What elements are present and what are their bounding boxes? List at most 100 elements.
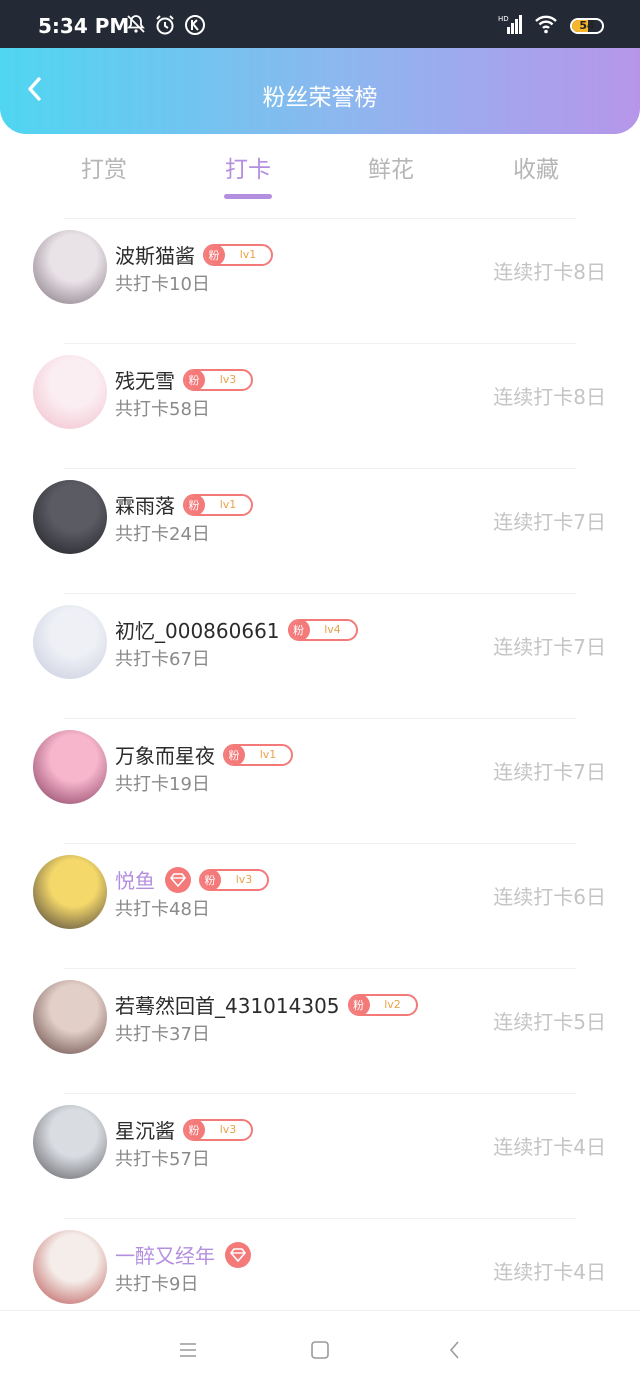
avatar[interactable] <box>33 1230 107 1304</box>
list-item[interactable]: 万象而星夜 粉 lv1 共打卡19日 连续打卡7日 <box>0 718 640 843</box>
total-checkins: 共打卡57日 <box>115 1149 210 1170</box>
fan-level: lv3 <box>219 1123 237 1136</box>
fan-level-badge: 粉 lv3 <box>183 368 253 391</box>
list-item[interactable]: 残无雪 粉 lv3 共打卡58日 连续打卡8日 <box>0 343 640 468</box>
status-time: 5:34 PM <box>38 14 130 38</box>
list-item[interactable]: 若蓦然回首_431014305 粉 lv2 共打卡37日 连续打卡5日 <box>0 968 640 1093</box>
divider <box>64 218 576 219</box>
tab-shoucang[interactable]: 收藏 <box>486 150 586 184</box>
streak-count: 连续打卡4日 <box>493 1260 606 1284</box>
avatar[interactable] <box>33 980 107 1054</box>
name-line: 波斯猫酱 粉 lv1 <box>115 240 273 269</box>
name-line: 一醉又经年 <box>115 1240 251 1269</box>
battery-indicator: 54 <box>570 18 604 34</box>
user-name: 霖雨落 <box>115 494 175 518</box>
system-nav-bar <box>0 1310 640 1388</box>
user-name: 万象而星夜 <box>115 744 215 768</box>
k-app-icon <box>184 14 206 42</box>
name-line: 霖雨落 粉 lv1 <box>115 490 253 519</box>
avatar[interactable] <box>33 1105 107 1179</box>
user-name: 初忆_000860661 <box>115 619 280 643</box>
streak-count: 连续打卡7日 <box>493 635 606 659</box>
tab-daka[interactable]: 打卡 <box>198 150 298 199</box>
total-checkins: 共打卡67日 <box>115 649 210 670</box>
streak-count: 连续打卡8日 <box>493 260 606 284</box>
list-item[interactable]: 初忆_000860661 粉 lv4 共打卡67日 连续打卡7日 <box>0 593 640 718</box>
name-line: 悦鱼 粉 lv3 <box>115 865 269 894</box>
menu-icon <box>180 1343 196 1357</box>
avatar[interactable] <box>33 230 107 304</box>
tab-dashang[interactable]: 打赏 <box>54 150 154 184</box>
total-checkins: 共打卡9日 <box>115 1274 199 1295</box>
tab-label: 打卡 <box>225 157 271 183</box>
total-checkins: 共打卡19日 <box>115 774 210 795</box>
page-header: 粉丝荣誉榜 <box>0 48 640 134</box>
fan-badge-label: 粉 <box>225 745 245 764</box>
status-bar: 5:34 PM HD 54 <box>0 0 640 48</box>
streak-count: 连续打卡8日 <box>493 385 606 409</box>
avatar[interactable] <box>33 480 107 554</box>
avatar[interactable] <box>33 730 107 804</box>
fan-badge-label: 粉 <box>349 995 370 1014</box>
fan-level-badge: 粉 lv3 <box>199 868 269 891</box>
tab-label: 鲜花 <box>368 157 414 183</box>
avatar[interactable] <box>33 355 107 429</box>
divider <box>64 968 576 969</box>
status-icons <box>126 14 206 42</box>
name-line: 初忆_000860661 粉 lv4 <box>115 615 358 644</box>
avatar[interactable] <box>33 855 107 929</box>
fan-level: lv3 <box>235 873 253 886</box>
fan-level-badge: 粉 lv4 <box>287 618 358 641</box>
vip-diamond-icon <box>225 1241 251 1268</box>
mute-bell-icon <box>126 14 146 42</box>
list-item[interactable]: 霖雨落 粉 lv1 共打卡24日 连续打卡7日 <box>0 468 640 593</box>
list-item[interactable]: 星沉酱 粉 lv3 共打卡57日 连续打卡4日 <box>0 1093 640 1218</box>
user-name: 残无雪 <box>115 369 175 393</box>
divider <box>64 593 576 594</box>
fan-badge-label: 粉 <box>185 495 205 514</box>
total-checkins: 共打卡24日 <box>115 524 210 545</box>
total-checkins: 共打卡48日 <box>115 899 210 920</box>
battery-percent: 54 <box>579 19 595 32</box>
streak-count: 连续打卡6日 <box>493 885 606 909</box>
total-checkins: 共打卡58日 <box>115 399 210 420</box>
user-name: 波斯猫酱 <box>115 244 195 268</box>
tab-xianhua[interactable]: 鲜花 <box>341 150 441 184</box>
page-title: 粉丝荣誉榜 <box>262 85 378 111</box>
fan-level-badge: 粉 lv1 <box>223 743 293 766</box>
streak-count: 连续打卡7日 <box>493 760 606 784</box>
fan-badge-label: 粉 <box>185 1120 205 1139</box>
wifi-icon <box>534 14 558 38</box>
back-triangle-icon <box>449 1341 459 1359</box>
list-item[interactable]: 悦鱼 粉 lv3 共打卡48日 连续打卡6日 <box>0 843 640 968</box>
tab-bar: 打赏 打卡 鲜花 收藏 <box>0 150 640 202</box>
fan-badge-label: 粉 <box>289 620 310 639</box>
name-line: 万象而星夜 粉 lv1 <box>115 740 293 769</box>
fan-badge-label: 粉 <box>201 870 221 889</box>
user-name: 一醉又经年 <box>115 1244 215 1268</box>
alarm-icon <box>154 14 176 42</box>
divider <box>64 1093 576 1094</box>
tab-label: 收藏 <box>513 157 559 183</box>
avatar[interactable] <box>33 605 107 679</box>
user-name: 若蓦然回首_431014305 <box>115 994 340 1018</box>
user-name: 悦鱼 <box>115 869 155 893</box>
signal-icon: HD <box>498 14 522 38</box>
fan-level: lv1 <box>259 748 277 761</box>
fan-level-badge: 粉 lv1 <box>203 243 273 266</box>
name-line: 残无雪 粉 lv3 <box>115 365 253 394</box>
fan-badge-label: 粉 <box>185 370 205 389</box>
divider <box>64 718 576 719</box>
home-button[interactable] <box>309 1339 331 1361</box>
streak-count: 连续打卡7日 <box>493 510 606 534</box>
fan-level: lv1 <box>239 248 257 261</box>
fan-level: lv3 <box>219 373 237 386</box>
tab-label: 打赏 <box>81 157 127 183</box>
fan-level: lv2 <box>384 998 401 1011</box>
name-line: 若蓦然回首_431014305 粉 lv2 <box>115 990 418 1019</box>
menu-button[interactable] <box>177 1339 199 1361</box>
list-item[interactable]: 波斯猫酱 粉 lv1 共打卡10日 连续打卡8日 <box>0 218 640 343</box>
streak-count: 连续打卡4日 <box>493 1135 606 1159</box>
system-back-button[interactable] <box>444 1339 466 1361</box>
vip-diamond-icon <box>165 866 191 893</box>
